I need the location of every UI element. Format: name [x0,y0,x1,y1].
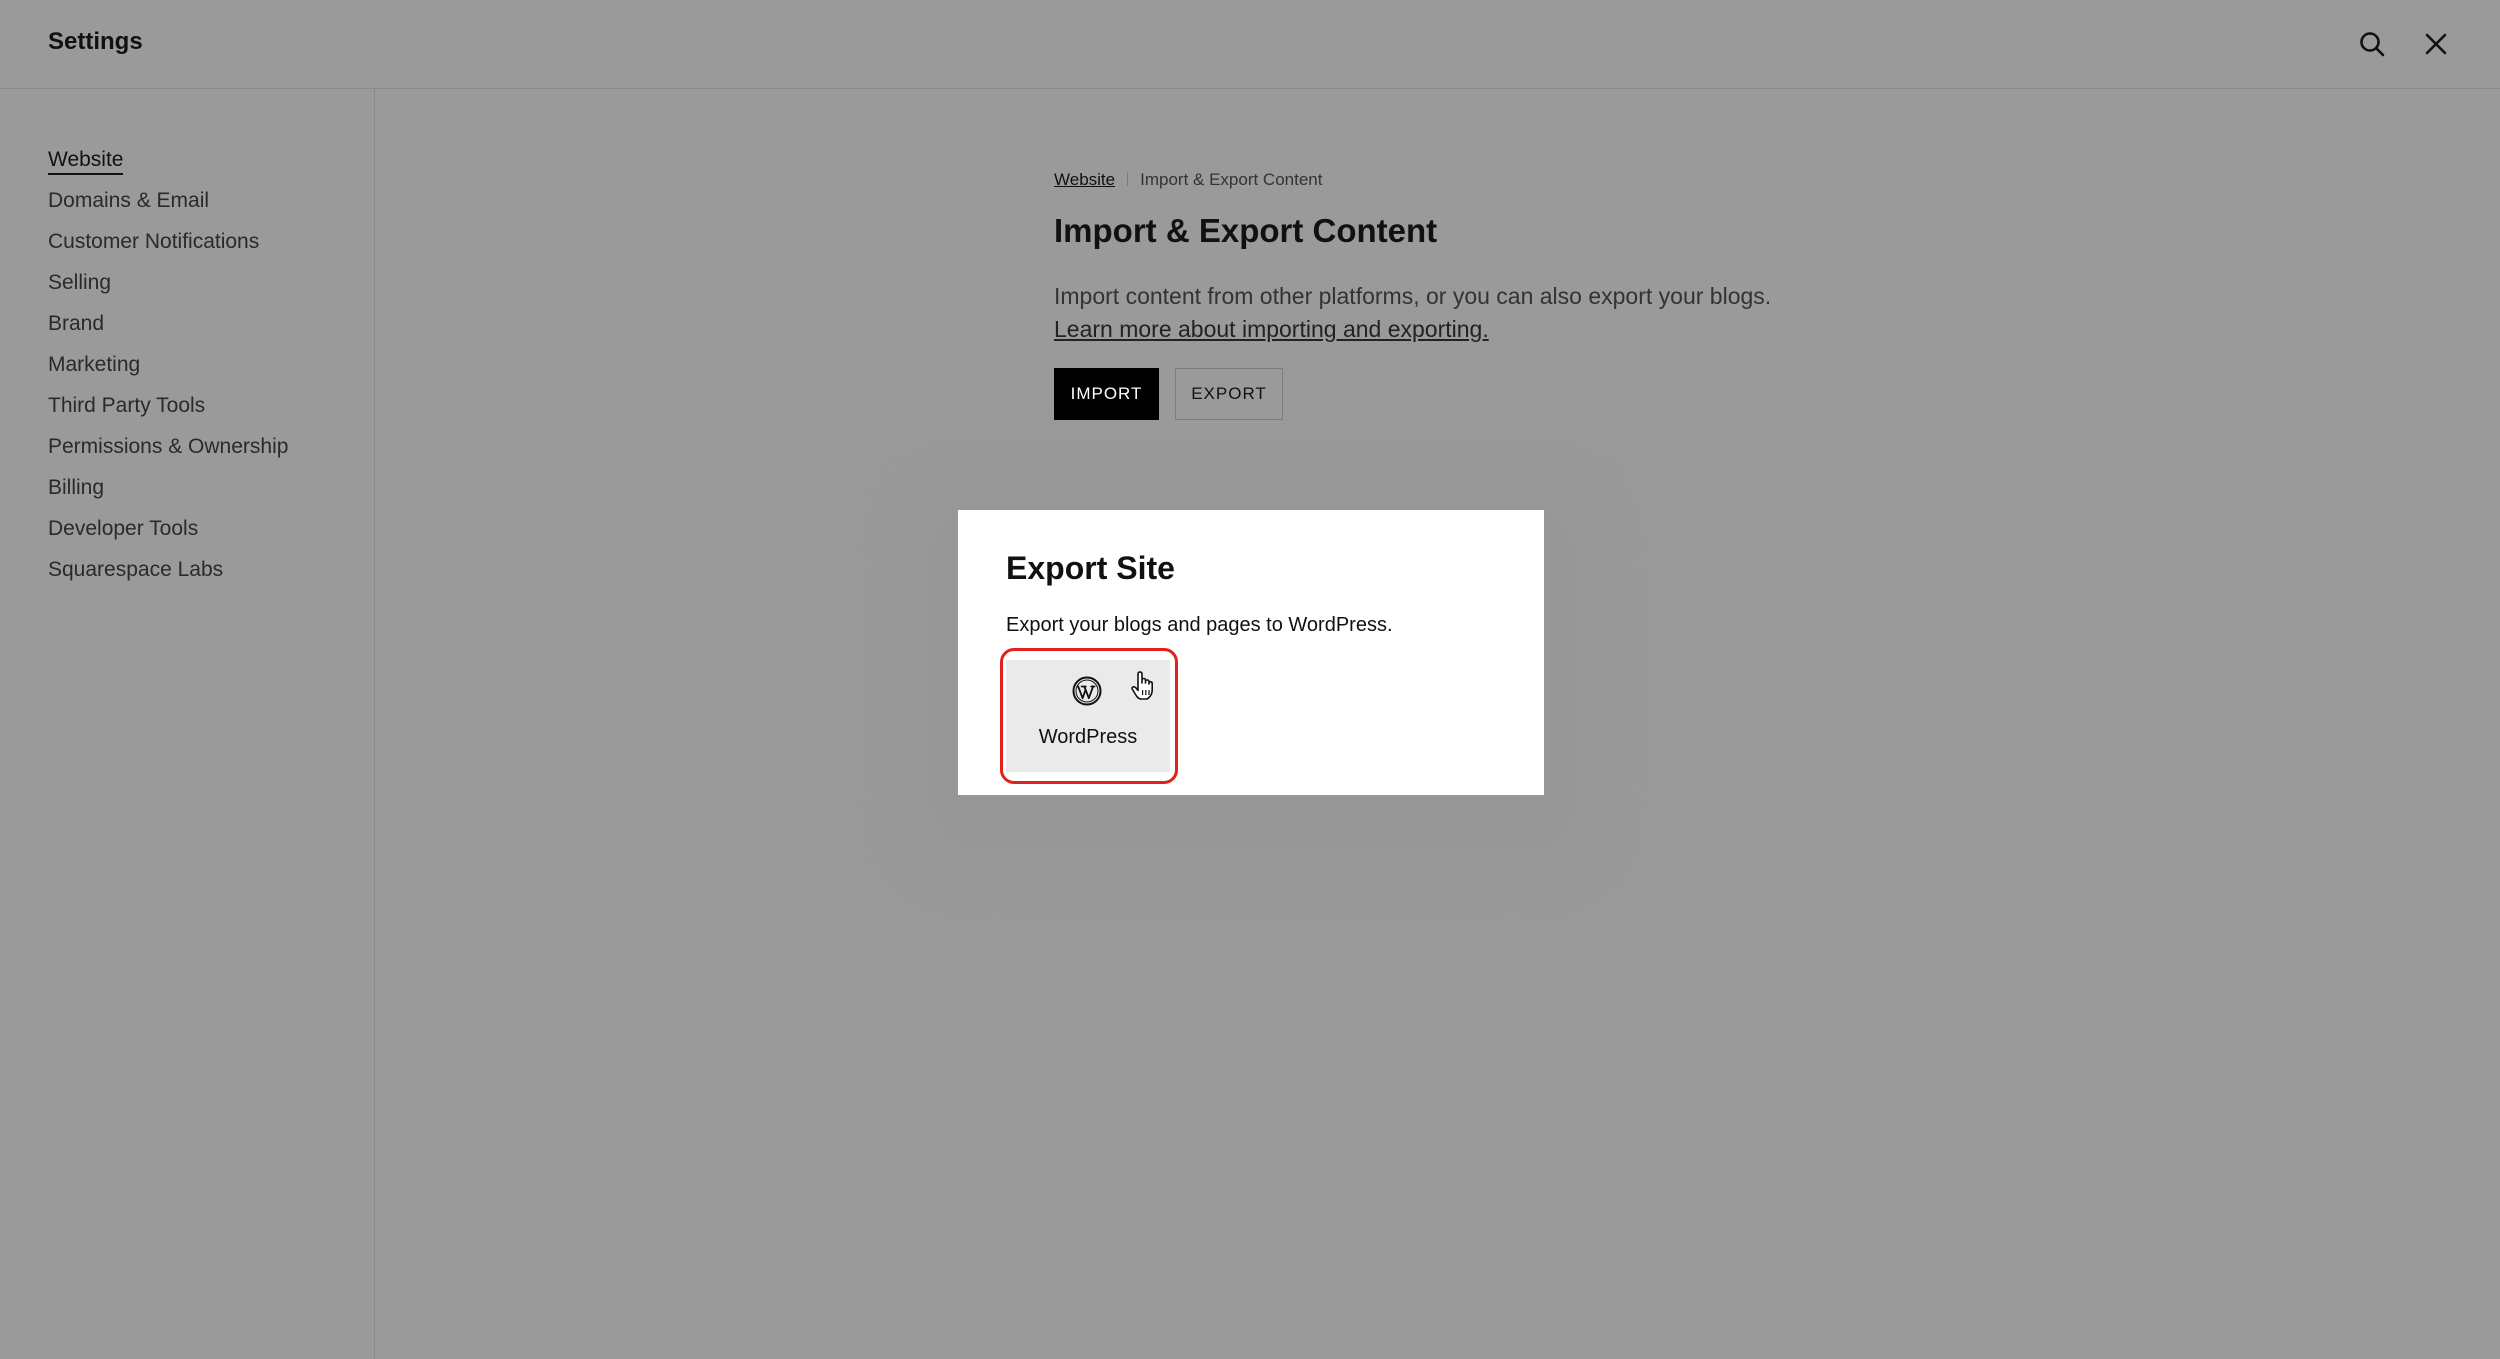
sidebar-item-label: Permissions & Ownership [48,435,289,458]
sidebar-item-customer-notifications[interactable]: Customer Notifications [48,229,288,270]
sidebar-item-label: Developer Tools [48,517,199,540]
sidebar-item-label: Third Party Tools [48,394,206,417]
sidebar-item-squarespace-labs[interactable]: Squarespace Labs [48,557,288,598]
breadcrumb-current: Import & Export Content [1140,170,1323,189]
hand-cursor-icon [1131,671,1153,700]
wordpress-label: WordPress [1038,726,1138,748]
sidebar-item-label: Marketing [48,353,141,376]
sidebar-item-label: Brand [48,312,105,335]
top-bar: Settings [0,0,2500,89]
dialog-description: Export your blogs and pages to WordPress… [1006,614,1393,636]
search-icon [2360,32,2385,57]
wordpress-icon [1072,676,1102,706]
export-button[interactable]: EXPORT [1175,368,1283,420]
sidebar-nav: Website Domains & Email Customer Notific… [48,147,288,598]
sidebar-item-marketing[interactable]: Marketing [48,352,288,393]
page-title: Import & Export Content [1054,212,1438,249]
sidebar-item-third-party-tools[interactable]: Third Party Tools [48,393,288,434]
sidebar-item-label: Website [48,148,124,175]
dialog-title: Export Site [1006,550,1175,586]
action-buttons: IMPORT EXPORT [1054,368,1854,420]
sidebar-item-brand[interactable]: Brand [48,311,288,352]
main-content: Website Import & Export Content Import & … [1054,170,1854,420]
breadcrumb-website-link[interactable]: Website [1054,170,1115,189]
wordpress-export-option[interactable]: WordPress [1006,660,1170,772]
search-button[interactable] [2352,24,2392,64]
sidebar-item-domains-email[interactable]: Domains & Email [48,188,288,229]
export-site-dialog: Export Site Export your blogs and pages … [958,510,1544,795]
sidebar-item-permissions-ownership[interactable]: Permissions & Ownership [48,434,288,475]
sidebar-item-selling[interactable]: Selling [48,270,288,311]
sidebar-item-label: Selling [48,271,112,294]
sidebar-item-website[interactable]: Website [48,147,288,188]
sidebar-item-label: Customer Notifications [48,230,260,253]
sidebar-item-developer-tools[interactable]: Developer Tools [48,516,288,557]
sidebar-item-label: Billing [48,476,105,499]
sidebar-item-label: Domains & Email [48,189,210,212]
sidebar-item-label: Squarespace Labs [48,558,224,581]
breadcrumb: Website Import & Export Content [1054,170,1854,190]
learn-more-link[interactable]: Learn more about importing and exporting… [1054,316,1489,342]
settings-title: Settings [48,28,143,55]
breadcrumb-separator [1127,172,1129,186]
page-description: Import content from other platforms, or … [1054,280,1834,346]
sidebar-item-billing[interactable]: Billing [48,475,288,516]
import-button[interactable]: IMPORT [1054,368,1159,420]
description-text: Import content from other platforms, or … [1054,283,1772,309]
settings-sidebar: Website Domains & Email Customer Notific… [0,89,375,1359]
close-button[interactable] [2416,24,2456,64]
close-icon [2425,33,2447,55]
